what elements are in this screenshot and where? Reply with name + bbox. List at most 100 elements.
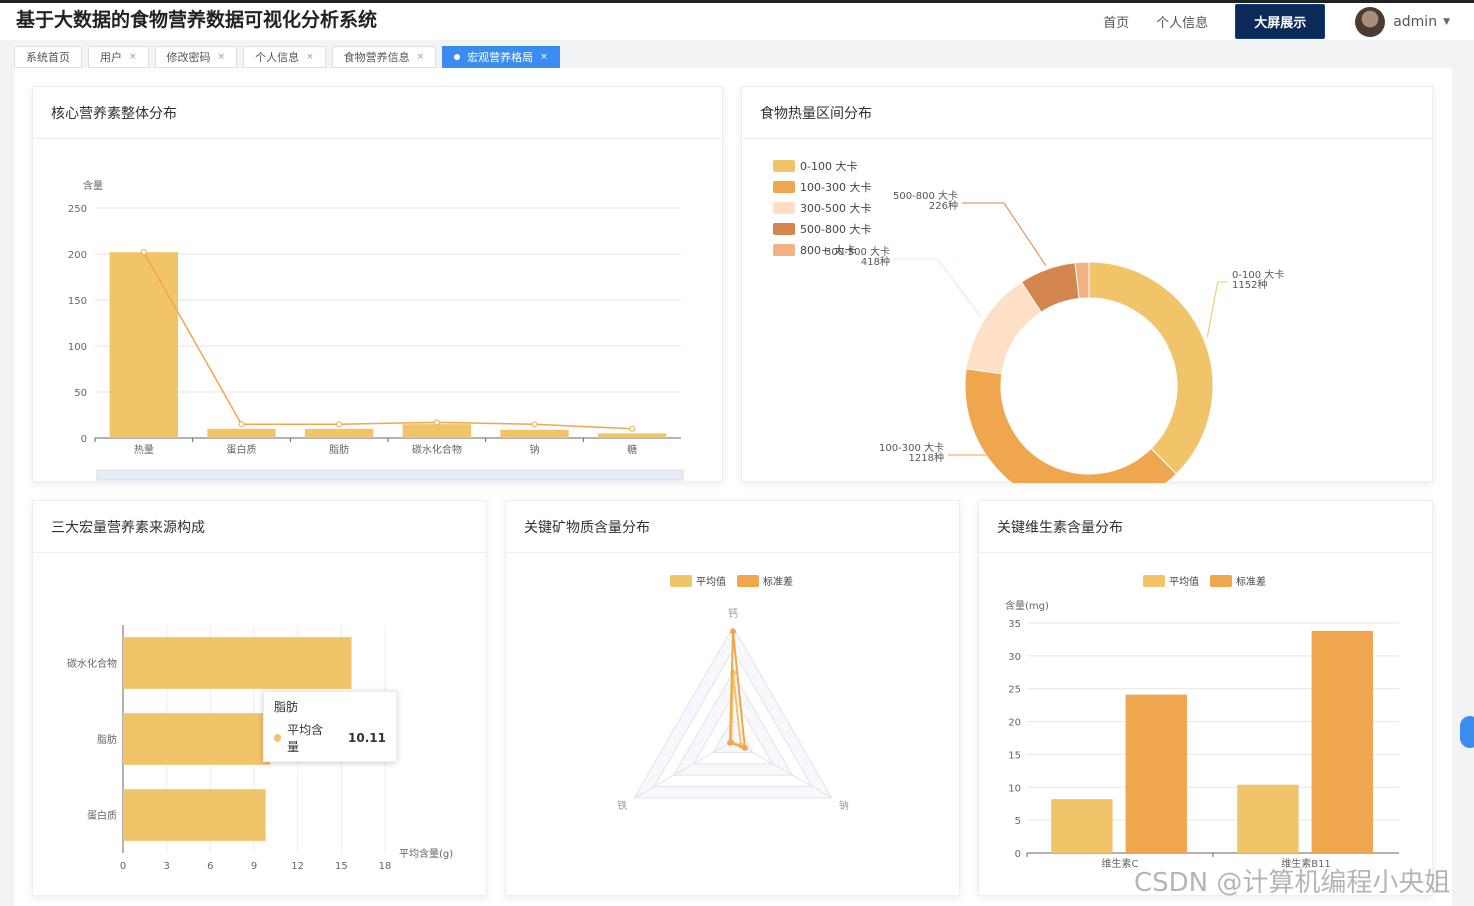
- tooltip-dot: [274, 734, 282, 742]
- x-tick-label: 18: [379, 861, 392, 872]
- x-tick-label: 碳水化合物: [412, 443, 462, 456]
- radar-point: [727, 739, 734, 746]
- x-tick-label: 6: [207, 861, 213, 872]
- y-tick-label: 150: [68, 296, 87, 307]
- line-point: [629, 425, 636, 432]
- y-tick-label: 脂肪: [97, 733, 117, 746]
- legend-swatch: [670, 575, 692, 587]
- y-axis-label: 含量: [83, 179, 103, 192]
- top-bar: 基于大数据的食物营养数据可视化分析系统 首页 个人信息 大屏展示 admin ▼: [0, 0, 1474, 40]
- nav-home-link[interactable]: 首页: [1103, 12, 1129, 31]
- close-icon[interactable]: ×: [306, 52, 314, 62]
- tooltip-label: 平均含量: [287, 723, 324, 754]
- y-tick-label: 200: [68, 250, 87, 261]
- legend-label: 平均值: [1169, 575, 1199, 588]
- label-line: [1206, 281, 1228, 338]
- y-tick-label: 蛋白质: [87, 809, 117, 822]
- user-name[interactable]: admin: [1393, 14, 1437, 30]
- close-icon[interactable]: ×: [218, 52, 226, 62]
- x-tick-label: 钠: [530, 443, 540, 456]
- y-tick-label: 100: [68, 342, 87, 353]
- nav-profile-link[interactable]: 个人信息: [1156, 12, 1208, 31]
- y-tick-label: 0: [81, 434, 87, 445]
- donut-slice: [1088, 261, 1214, 475]
- legend-swatch: [773, 181, 795, 193]
- bar: [1311, 630, 1373, 853]
- side-toggle-button[interactable]: [1460, 716, 1474, 748]
- tab-label: 修改密码: [166, 51, 211, 64]
- line-point: [238, 421, 245, 428]
- bar: [109, 252, 179, 438]
- mineral-card: 关键矿物质含量分布 平均值 标准差钙钠 铁: [505, 500, 960, 896]
- slice-count: 226种: [929, 199, 958, 212]
- bar: [1051, 799, 1113, 853]
- bar: [1237, 784, 1299, 853]
- line-point: [433, 419, 440, 426]
- avatar[interactable]: [1355, 6, 1386, 37]
- nutrient-chart: 含量 0 50 100 150 200 250 热量 蛋白质 脂肪 碳水化合物 钠 糖: [68, 179, 684, 481]
- vitamin-card: 关键维生素含量分布 平均值 标准差 含量(mg) 0 5 10 15 20 25 30 35 维生素C…: [978, 500, 1433, 896]
- tab-label: 宏观营养格局: [467, 51, 534, 64]
- x-tick-label: 蛋白质: [227, 443, 257, 456]
- x-tick-label: 热量: [134, 443, 154, 456]
- tab-5[interactable]: 宏观营养格局 ×: [442, 46, 560, 68]
- card-title: 核心营养素整体分布: [33, 87, 722, 139]
- close-icon[interactable]: ×: [417, 52, 425, 62]
- radar-indicator: 钠: [839, 799, 849, 812]
- series-line: [143, 251, 633, 430]
- legend-swatch: [773, 244, 795, 256]
- app-title: 基于大数据的食物营养数据可视化分析系统: [16, 9, 378, 31]
- label-line: [894, 258, 982, 318]
- bar: [304, 428, 374, 438]
- slice-count: 1218种: [909, 451, 944, 464]
- x-tick-label: 0: [120, 861, 126, 872]
- y-tick-label: 35: [1008, 619, 1021, 630]
- tab-4[interactable]: 食物营养信息 ×: [331, 46, 437, 68]
- big-screen-button[interactable]: 大屏展示: [1235, 4, 1326, 39]
- donut-slice: [964, 368, 1178, 483]
- radar-point: [730, 628, 736, 635]
- radar-point: [741, 744, 748, 751]
- bar: [123, 789, 266, 841]
- close-icon[interactable]: ×: [129, 52, 137, 62]
- y-tick-label: 25: [1008, 685, 1021, 696]
- tab-3[interactable]: 个人信息 ×: [243, 46, 326, 68]
- legend-label: 100-300 大卡: [800, 180, 871, 194]
- y-tick-label: 250: [68, 204, 87, 215]
- bar: [597, 433, 667, 438]
- close-icon[interactable]: ×: [540, 52, 548, 62]
- line-point: [336, 421, 343, 428]
- tab-label: 系统首页: [26, 51, 70, 64]
- radar-indicator: 铁: [617, 799, 627, 812]
- tab-0[interactable]: 系统首页: [14, 46, 82, 68]
- bar: [402, 424, 472, 438]
- tab-label: 个人信息: [255, 51, 300, 64]
- x-tick-label: 脂肪: [329, 443, 349, 456]
- tab-bar: 系统首页 用户 × 修改密码 × 个人信息 × 食物营养信息 × 宏观营养格局 ×: [14, 46, 566, 68]
- chart-tooltip: 脂肪 平均含量 10.11: [263, 691, 397, 762]
- x-tick-label: 3: [163, 861, 169, 872]
- y-axis-label: 含量(mg): [1005, 599, 1049, 612]
- label-line: [962, 202, 1047, 266]
- bar: [500, 429, 569, 438]
- legend-label: 标准差: [1236, 575, 1266, 588]
- watermark: CSDN @计算机编程小央姐: [1134, 868, 1451, 898]
- legend-swatch: [773, 160, 795, 172]
- bar: [123, 637, 352, 689]
- active-dot-icon: [454, 54, 461, 60]
- tooltip-title: 脂肪: [274, 700, 299, 714]
- bar: [207, 428, 276, 438]
- y-tick-label: 0: [1015, 849, 1021, 860]
- legend-label: 标准差: [763, 575, 793, 588]
- tab-1[interactable]: 用户 ×: [88, 46, 149, 68]
- tab-2[interactable]: 修改密码 ×: [154, 46, 238, 68]
- y-tick-label: 10: [1008, 783, 1021, 794]
- line-point: [140, 249, 147, 256]
- card-title: 关键维生素含量分布: [979, 501, 1432, 553]
- radar-indicator: 钙: [728, 607, 738, 620]
- caret-down-icon[interactable]: ▼: [1443, 17, 1450, 27]
- y-tick-label: 碳水化合物: [67, 657, 117, 670]
- macro-card: 三大宏量营养素来源构成 0 3 6 9 12 15 18 平均含量(g) 蛋白质 脂肪 碳水化合物 …: [32, 500, 487, 896]
- legend-label: 300-500 大卡: [800, 201, 871, 215]
- legend-swatch: [773, 223, 795, 235]
